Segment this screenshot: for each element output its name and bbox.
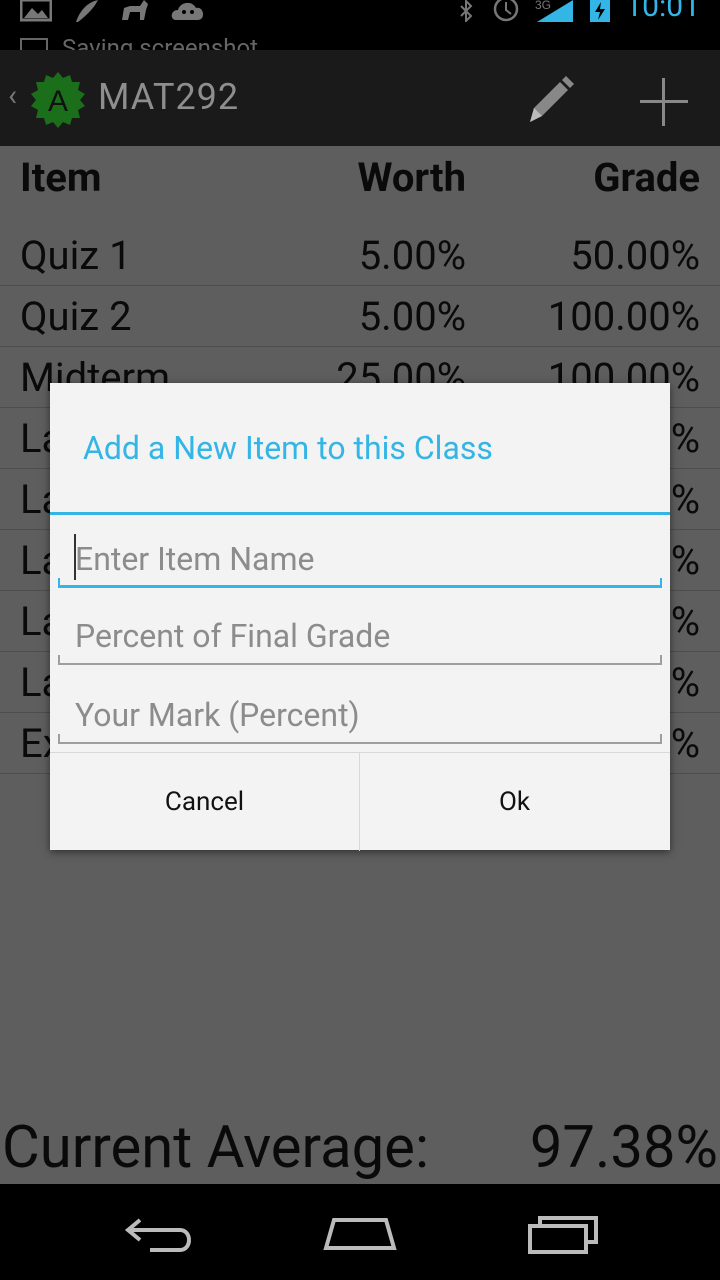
column-header-item: Item <box>20 154 102 201</box>
system-icons: 3G 10:01 <box>457 0 700 24</box>
up-caret-icon[interactable]: ‹ <box>8 78 17 113</box>
field-underline <box>58 742 662 744</box>
item-name: Quiz 2 <box>20 293 132 340</box>
bluetooth-icon <box>460 0 473 22</box>
field-underline <box>58 585 662 588</box>
page-title: MAT292 <box>98 76 240 118</box>
add-icon[interactable] <box>636 74 692 130</box>
screenshot-icon <box>20 38 48 50</box>
item-grade: % <box>670 537 700 584</box>
battery-charging-icon <box>590 0 611 22</box>
recent-apps-icon[interactable] <box>522 1210 602 1256</box>
field-underline-right <box>660 578 662 588</box>
item-grade: % <box>670 659 700 706</box>
field-underline-left <box>58 655 60 665</box>
signal-icon: 3G <box>535 0 574 22</box>
item-worth: 5.00% <box>358 232 466 279</box>
action-bar: ‹ A MAT292 <box>0 50 720 146</box>
clock: 10:01 <box>625 0 700 24</box>
current-average: Current Average: 97.38% <box>0 1114 720 1184</box>
cloud-icon <box>171 2 204 21</box>
item-worth: 5.00% <box>358 293 466 340</box>
notification-ticker-text: Saving screenshot... <box>62 38 277 50</box>
notification-icons <box>20 0 206 24</box>
dialog-title-divider <box>50 512 670 515</box>
your-mark-input[interactable] <box>58 688 662 742</box>
table-header: Item Worth Grade <box>0 154 720 214</box>
item-grade: 50.00% <box>570 232 700 279</box>
dialog-title: Add a New Item to this Class <box>83 429 493 467</box>
cancel-button[interactable]: Cancel <box>50 753 360 851</box>
percent-of-final-grade-input[interactable] <box>58 609 662 663</box>
field-underline <box>58 663 662 665</box>
status-bar: 3G 10:01 Saving screenshot... <box>0 0 720 50</box>
table-row[interactable]: Quiz 2 5.00% 100.00% <box>0 285 720 347</box>
navigation-bar <box>0 1184 720 1280</box>
item-grade: % <box>670 598 700 645</box>
add-item-dialog: Add a New Item to this Class Cancel Ok <box>50 383 670 851</box>
dialog-button-bar: Cancel Ok <box>50 752 670 851</box>
current-average-label: Current Average: <box>2 1114 429 1182</box>
home-icon[interactable] <box>320 1210 400 1256</box>
item-grade: % <box>670 476 700 523</box>
current-average-value: 97.38% <box>529 1114 718 1182</box>
gallery-icon <box>20 0 52 22</box>
field-underline-left <box>58 578 60 588</box>
percent-of-final-grade-field[interactable] <box>58 609 662 669</box>
text-cursor <box>74 534 76 580</box>
item-name: Quiz 1 <box>20 232 132 279</box>
dog-icon <box>122 0 148 20</box>
item-name-input[interactable] <box>58 532 662 586</box>
field-underline-right <box>660 734 662 744</box>
edit-pencil-icon[interactable] <box>522 72 578 128</box>
svg-text:3G: 3G <box>535 0 551 12</box>
notification-ticker: Saving screenshot... <box>20 38 277 50</box>
your-mark-field[interactable] <box>58 688 662 748</box>
table-row[interactable]: Quiz 1 5.00% 50.00% <box>0 224 720 286</box>
column-header-worth: Worth <box>357 154 466 201</box>
item-grade: % <box>670 415 700 462</box>
back-icon[interactable] <box>120 1210 200 1256</box>
item-name-field[interactable] <box>58 532 662 592</box>
item-grade: % <box>670 720 700 767</box>
alarm-icon <box>494 0 519 22</box>
app-logo-icon[interactable]: A <box>28 70 88 130</box>
feather-icon <box>76 0 98 22</box>
field-underline-right <box>660 655 662 665</box>
app-logo-letter: A <box>48 85 68 118</box>
item-grade: 100.00% <box>547 293 700 340</box>
field-underline-left <box>58 734 60 744</box>
ok-button[interactable]: Ok <box>360 753 669 851</box>
column-header-grade: Grade <box>593 154 700 201</box>
